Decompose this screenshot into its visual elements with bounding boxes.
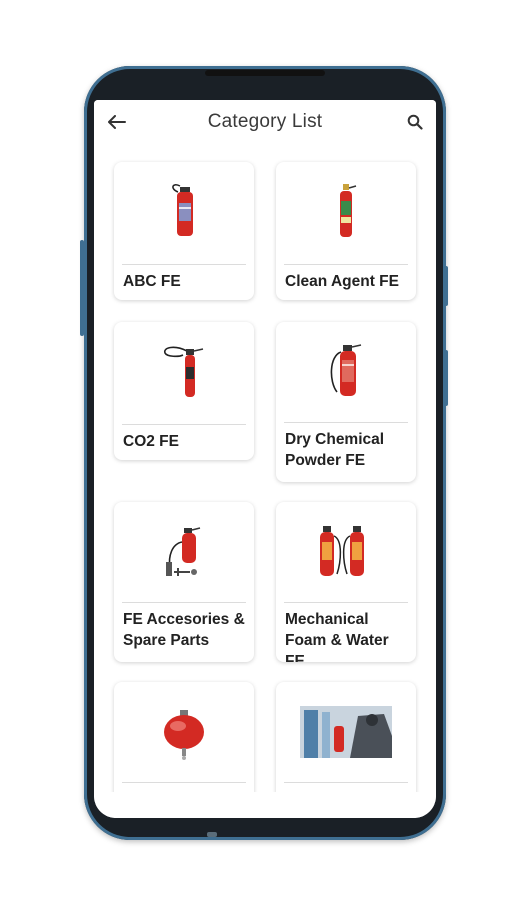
page-title: Category List (207, 111, 323, 132)
fire-extinguisher-accessories-image (114, 502, 254, 602)
category-card-co2-fe[interactable]: CO2 FE (114, 322, 254, 460)
fire-extinguisher-co2-image (114, 322, 254, 424)
phone-side-button-right-upper (444, 266, 448, 306)
category-label: Mechanical Foam & Water FE (285, 611, 389, 662)
category-card-mechanical-foam-water-fe[interactable]: Mechanical Foam & Water FE (276, 502, 416, 662)
phone-side-button-left (80, 240, 84, 336)
category-label: Dry Chemical Powder FE (285, 431, 385, 469)
search-icon[interactable] (402, 109, 428, 135)
category-card-abc-fe[interactable]: ABC FE (114, 162, 254, 300)
category-label: CO2 FE (123, 433, 179, 450)
category-card-dry-chemical-powder-fe[interactable]: Dry Chemical Powder FE (276, 322, 416, 482)
card-divider (284, 782, 408, 783)
category-label: ABC FE (123, 273, 181, 290)
app-bar: Category List (94, 100, 436, 146)
fire-extinguisher-foam-water-image (276, 502, 416, 602)
card-divider (122, 782, 246, 783)
modular-ceiling-extinguisher-image (114, 682, 254, 782)
category-card-fe-accessories[interactable]: FE Accesories & Spare Parts (114, 502, 254, 662)
fire-extinguisher-clean-agent-image (276, 162, 416, 264)
category-label: Clean Agent FE (285, 273, 399, 290)
card-divider (122, 424, 246, 425)
phone-side-button-right-lower (444, 350, 448, 406)
card-divider (284, 422, 408, 423)
category-card-clean-agent-fe[interactable]: Clean Agent FE (276, 162, 416, 300)
app-screen: Category List ABC FE Clean Agent FE CO2 … (94, 100, 436, 818)
card-divider (284, 264, 408, 265)
extinguisher-service-photo-image (276, 682, 416, 782)
fire-extinguisher-dcp-image (276, 322, 416, 422)
screen-bottom-area (94, 792, 436, 818)
phone-bottom-port (207, 832, 217, 837)
fire-extinguisher-abc-image (114, 162, 254, 264)
phone-notch (205, 70, 325, 76)
category-label: FE Accesories & Spare Parts (123, 611, 245, 649)
card-divider (122, 264, 246, 265)
card-divider (284, 602, 408, 603)
card-divider (122, 602, 246, 603)
